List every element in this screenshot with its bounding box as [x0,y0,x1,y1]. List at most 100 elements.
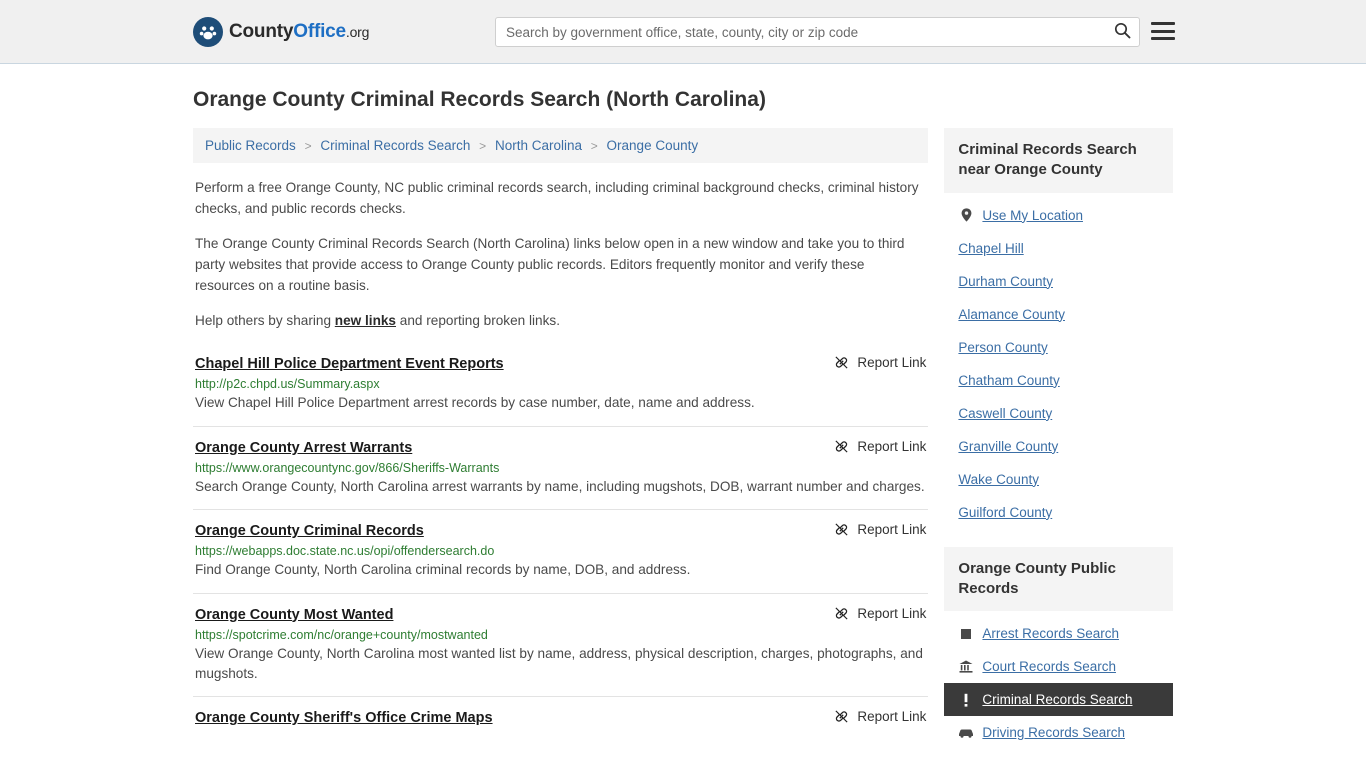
hamburger-menu-icon[interactable] [1151,20,1175,42]
sidebar-item-label: Driving Records Search [982,725,1125,740]
report-link-label: Report Link [857,439,926,454]
sidebar-item-label: Person County [958,340,1047,355]
broken-link-icon [834,522,849,537]
broken-link-icon [834,606,849,621]
sidebar-item-wake-county[interactable]: Wake County [944,463,1173,496]
intro-paragraph-1: Perform a free Orange County, NC public … [193,177,928,219]
logo-office-text: Office [293,21,346,42]
broken-link-icon [834,355,849,370]
broken-link-icon [834,709,849,724]
sidebar-item-label: Use My Location [982,208,1083,223]
sidebar-item-label: Alamance County [958,307,1065,322]
sidebar-item-arrest-records-search[interactable]: Arrest Records Search [944,617,1173,650]
sidebar-nearby-list: Use My Location Chapel Hill Durham Count… [944,193,1173,529]
page-title: Orange County Criminal Records Search (N… [193,88,1173,112]
search-icon [1114,22,1131,42]
results-list: Chapel Hill Police Department Event Repo… [193,349,928,743]
fingerprint-icon [958,628,974,640]
sidebar-public-records-box: Orange County Public Records Arrest Reco… [944,547,1173,750]
result-title[interactable]: Chapel Hill Police Department Event Repo… [195,356,504,372]
result-item: Orange County Sheriff's Office Crime Map… [193,696,928,743]
result-item: Orange County Criminal Records https://w… [193,509,928,592]
car-icon [958,727,974,738]
sidebar-item-granville-county[interactable]: Granville County [944,430,1173,463]
sidebar-item-label: Guilford County [958,505,1052,520]
sidebar-item-use-my-location[interactable]: Use My Location [944,199,1173,232]
sidebar-item-label: Durham County [958,274,1053,289]
map-pin-icon [958,208,974,222]
content-columns: Public Records > Criminal Records Search… [193,128,1173,767]
sidebar-nearby-heading: Criminal Records Search near Orange Coun… [944,128,1173,193]
sidebar-item-durham-county[interactable]: Durham County [944,265,1173,298]
breadcrumb-separator: > [591,139,598,153]
breadcrumb-item-1[interactable]: Criminal Records Search [320,138,470,153]
main-content: Public Records > Criminal Records Search… [193,128,928,743]
new-links-link[interactable]: new links [335,313,396,328]
sidebar-item-alamance-county[interactable]: Alamance County [944,298,1173,331]
breadcrumb-item-2[interactable]: North Carolina [495,138,582,153]
breadcrumb-separator: > [305,139,312,153]
breadcrumb-item-3[interactable]: Orange County [607,138,699,153]
site-header: CountyOffice.org [0,0,1366,64]
sidebar-public-records-heading: Orange County Public Records [944,547,1173,612]
result-title[interactable]: Orange County Sheriff's Office Crime Map… [195,710,493,726]
result-description: View Orange County, North Carolina most … [195,644,926,685]
sidebar-item-label: Granville County [958,439,1058,454]
report-link-button[interactable]: Report Link [834,439,926,454]
logo-county-text: County [229,21,293,42]
result-url: http://p2c.chpd.us/Summary.aspx [195,377,926,391]
result-title[interactable]: Orange County Criminal Records [195,523,424,539]
sidebar-item-chapel-hill[interactable]: Chapel Hill [944,232,1173,265]
sidebar-item-criminal-records-search[interactable]: Criminal Records Search [944,683,1173,716]
intro-p3-after: and reporting broken links. [396,313,560,328]
sidebar-item-caswell-county[interactable]: Caswell County [944,397,1173,430]
result-item: Orange County Most Wanted https://spotcr… [193,593,928,697]
sidebar-item-driving-records-search[interactable]: Driving Records Search [944,716,1173,749]
breadcrumb-separator: > [479,139,486,153]
sidebar-public-records-list: Arrest Records Search Co [944,611,1173,749]
search-bar [495,17,1140,47]
search-button[interactable] [1105,18,1139,46]
page-body: Orange County Criminal Records Search (N… [0,88,1366,767]
report-link-button[interactable]: Report Link [834,522,926,537]
report-link-button[interactable]: Report Link [834,709,926,724]
result-url: https://webapps.doc.state.nc.us/opi/offe… [195,544,926,558]
sidebar-item-label: Chapel Hill [958,241,1023,256]
logo-wordmark: CountyOffice.org [229,21,369,43]
logo-org-text: .org [346,24,369,40]
report-link-button[interactable]: Report Link [834,606,926,621]
sidebar-item-label: Caswell County [958,406,1052,421]
result-description: Search Orange County, North Carolina arr… [195,477,926,497]
sidebar-item-person-county[interactable]: Person County [944,331,1173,364]
report-link-label: Report Link [857,355,926,370]
exclamation-icon [958,693,974,707]
result-item: Orange County Arrest Warrants https://ww… [193,426,928,509]
sidebar-item-label: Criminal Records Search [982,692,1132,707]
sidebar-item-guilford-county[interactable]: Guilford County [944,496,1173,529]
result-url: https://www.orangecountync.gov/866/Sheri… [195,461,926,475]
report-link-button[interactable]: Report Link [834,355,926,370]
sidebar-item-label: Chatham County [958,373,1059,388]
intro-p3-before: Help others by sharing [195,313,335,328]
intro-paragraph-3: Help others by sharing new links and rep… [193,310,928,331]
result-url: https://spotcrime.com/nc/orange+county/m… [195,628,926,642]
result-description: Find Orange County, North Carolina crimi… [195,560,926,580]
sidebar-nearby-box: Criminal Records Search near Orange Coun… [944,128,1173,529]
sidebar-item-label: Arrest Records Search [982,626,1119,641]
breadcrumb-item-0[interactable]: Public Records [205,138,296,153]
broken-link-icon [834,439,849,454]
sidebar-item-label: Court Records Search [982,659,1116,674]
result-description: View Chapel Hill Police Department arres… [195,393,926,413]
paw-shield-icon [193,17,223,47]
result-title[interactable]: Orange County Arrest Warrants [195,440,412,456]
result-item: Chapel Hill Police Department Event Repo… [193,349,928,425]
intro-paragraph-2: The Orange County Criminal Records Searc… [193,233,928,296]
courthouse-icon [958,660,974,673]
site-logo[interactable]: CountyOffice.org [193,17,369,47]
sidebar-item-court-records-search[interactable]: Court Records Search [944,650,1173,683]
report-link-label: Report Link [857,709,926,724]
sidebar-item-chatham-county[interactable]: Chatham County [944,364,1173,397]
search-input[interactable] [496,18,1105,46]
breadcrumb: Public Records > Criminal Records Search… [193,128,928,163]
result-title[interactable]: Orange County Most Wanted [195,607,393,623]
